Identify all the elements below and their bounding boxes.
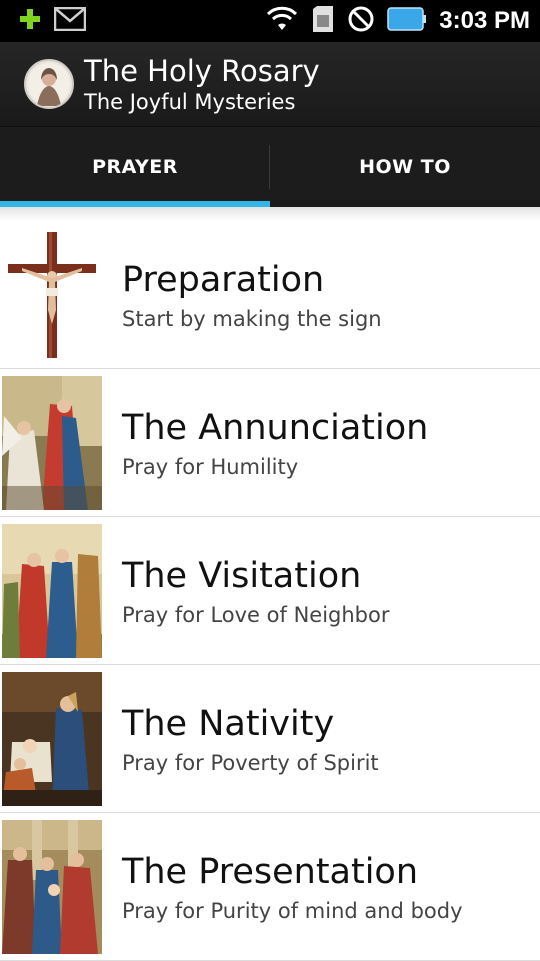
- tab-bar: PRAYER HOW TO: [0, 126, 540, 207]
- annunciation-painting-icon: [2, 375, 102, 510]
- nativity-painting-icon: [2, 671, 102, 806]
- tab-prayer[interactable]: PRAYER: [0, 127, 270, 207]
- app-title: The Holy Rosary: [84, 53, 320, 88]
- tab-prayer-label: PRAYER: [92, 156, 178, 178]
- tab-selected-indicator: [0, 201, 270, 207]
- sim-icon: [311, 5, 335, 37]
- mysteries-list: Preparation Start by making the sign The…: [0, 221, 540, 961]
- item-subtitle: Pray for Humility: [122, 454, 299, 479]
- list-item-nativity[interactable]: The Nativity Pray for Poverty of Spirit: [0, 665, 540, 813]
- item-title: The Visitation: [122, 555, 362, 596]
- item-subtitle: Start by making the sign: [122, 306, 382, 331]
- tab-how-to[interactable]: HOW TO: [270, 127, 540, 207]
- plus-icon: [18, 7, 42, 35]
- crucifix-icon: [2, 227, 102, 362]
- action-bar: The Holy Rosary The Joyful Mysteries: [0, 42, 540, 126]
- list-item-presentation[interactable]: The Presentation Pray for Purity of mind…: [0, 813, 540, 961]
- app-logo-icon[interactable]: [24, 59, 74, 109]
- gmail-icon: [53, 6, 87, 35]
- item-title: The Nativity: [122, 703, 335, 744]
- list-item-visitation[interactable]: The Visitation Pray for Love of Neighbor: [0, 517, 540, 665]
- battery-icon: [387, 7, 427, 35]
- status-time: 3:03 PM: [439, 7, 530, 34]
- item-title: The Presentation: [122, 851, 419, 892]
- app-subtitle: The Joyful Mysteries: [84, 89, 296, 114]
- item-title: Preparation: [122, 259, 325, 300]
- list-item-preparation[interactable]: Preparation Start by making the sign: [0, 221, 540, 369]
- presentation-painting-icon: [2, 819, 102, 954]
- wifi-icon: [265, 6, 299, 36]
- status-bar: 3:03 PM: [0, 0, 540, 42]
- no-signal-icon: [347, 5, 375, 37]
- tab-how-to-label: HOW TO: [359, 156, 451, 178]
- item-subtitle: Pray for Poverty of Spirit: [122, 750, 379, 775]
- item-subtitle: Pray for Love of Neighbor: [122, 602, 390, 627]
- tab-shadow: [0, 207, 540, 221]
- visitation-painting-icon: [2, 523, 102, 658]
- item-title: The Annunciation: [122, 407, 429, 448]
- item-subtitle: Pray for Purity of mind and body: [122, 898, 463, 923]
- list-item-annunciation[interactable]: The Annunciation Pray for Humility: [0, 369, 540, 517]
